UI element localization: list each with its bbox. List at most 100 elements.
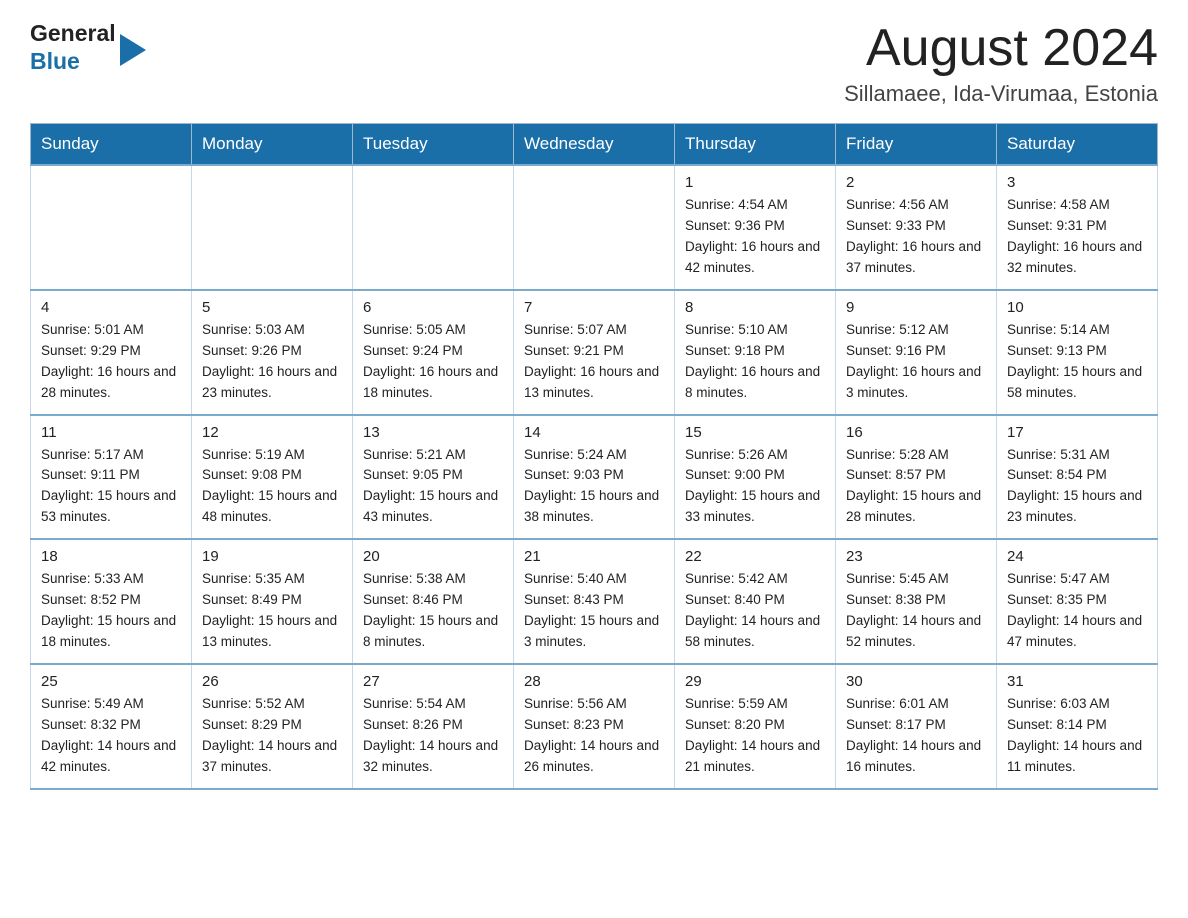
day-info: Sunrise: 5:38 AMSunset: 8:46 PMDaylight:… (363, 569, 503, 653)
day-info: Sunrise: 4:54 AMSunset: 9:36 PMDaylight:… (685, 195, 825, 279)
day-number: 23 (846, 548, 986, 565)
calendar-cell: 12 Sunrise: 5:19 AMSunset: 9:08 PMDayligh… (192, 415, 353, 540)
calendar-cell: 30Sunrise: 6:01 AMSunset: 8:17 PMDayligh… (836, 664, 997, 789)
day-number: 5 (202, 299, 342, 316)
day-info: Sunrise: 5:21 AMSunset: 9:05 PMDaylight:… (363, 445, 503, 529)
calendar-cell: 11 Sunrise: 5:17 AMSunset: 9:11 PMDayligh… (31, 415, 192, 540)
day-number: 2 (846, 174, 986, 191)
calendar-cell: 10 Sunrise: 5:14 AMSunset: 9:13 PMDayligh… (997, 290, 1158, 415)
calendar-cell (31, 165, 192, 290)
title-section: August 2024 Sillamaee, Ida-Virumaa, Esto… (844, 20, 1158, 107)
calendar-header-row: SundayMondayTuesdayWednesdayThursdayFrid… (31, 124, 1158, 166)
calendar-day-header: Thursday (675, 124, 836, 166)
day-info: Sunrise: 5:19 AMSunset: 9:08 PMDaylight:… (202, 445, 342, 529)
calendar-week-row: 1 Sunrise: 4:54 AMSunset: 9:36 PMDaylight… (31, 165, 1158, 290)
day-info: Sunrise: 4:56 AMSunset: 9:33 PMDaylight:… (846, 195, 986, 279)
calendar-cell: 8 Sunrise: 5:10 AMSunset: 9:18 PMDaylight… (675, 290, 836, 415)
calendar-cell: 17Sunrise: 5:31 AMSunset: 8:54 PMDayligh… (997, 415, 1158, 540)
logo-general: General (30, 20, 116, 48)
calendar-day-header: Saturday (997, 124, 1158, 166)
calendar-table: SundayMondayTuesdayWednesdayThursdayFrid… (30, 123, 1158, 789)
day-number: 9 (846, 299, 986, 316)
calendar-cell: 28 Sunrise: 5:56 AMSunset: 8:23 PMDayligh… (514, 664, 675, 789)
day-info: Sunrise: 5:10 AMSunset: 9:18 PMDaylight:… (685, 320, 825, 404)
day-info: Sunrise: 5:35 AMSunset: 8:49 PMDaylight:… (202, 569, 342, 653)
day-number: 26 (202, 673, 342, 690)
day-number: 15 (685, 424, 825, 441)
calendar-cell: 6Sunrise: 5:05 AMSunset: 9:24 PMDaylight… (353, 290, 514, 415)
day-info: Sunrise: 5:47 AMSunset: 8:35 PMDaylight:… (1007, 569, 1147, 653)
calendar-cell: 26 Sunrise: 5:52 AMSunset: 8:29 PMDayligh… (192, 664, 353, 789)
day-number: 14 (524, 424, 664, 441)
day-number: 8 (685, 299, 825, 316)
day-info: Sunrise: 5:26 AMSunset: 9:00 PMDaylight:… (685, 445, 825, 529)
day-info: Sunrise: 6:01 AMSunset: 8:17 PMDaylight:… (846, 694, 986, 778)
day-info: Sunrise: 5:49 AMSunset: 8:32 PMDaylight:… (41, 694, 181, 778)
day-number: 3 (1007, 174, 1147, 191)
calendar-cell: 2 Sunrise: 4:56 AMSunset: 9:33 PMDaylight… (836, 165, 997, 290)
calendar-day-header: Friday (836, 124, 997, 166)
calendar-day-header: Tuesday (353, 124, 514, 166)
calendar-day-header: Wednesday (514, 124, 675, 166)
calendar-cell: 1 Sunrise: 4:54 AMSunset: 9:36 PMDaylight… (675, 165, 836, 290)
day-number: 22 (685, 548, 825, 565)
day-info: Sunrise: 4:58 AMSunset: 9:31 PMDaylight:… (1007, 195, 1147, 279)
calendar-cell: 18 Sunrise: 5:33 AMSunset: 8:52 PMDayligh… (31, 539, 192, 664)
day-info: Sunrise: 5:52 AMSunset: 8:29 PMDaylight:… (202, 694, 342, 778)
day-info: Sunrise: 5:33 AMSunset: 8:52 PMDaylight:… (41, 569, 181, 653)
calendar-week-row: 11 Sunrise: 5:17 AMSunset: 9:11 PMDayligh… (31, 415, 1158, 540)
calendar-day-header: Monday (192, 124, 353, 166)
logo-blue: Blue (30, 48, 116, 76)
day-info: Sunrise: 5:07 AMSunset: 9:21 PMDaylight:… (524, 320, 664, 404)
day-number: 18 (41, 548, 181, 565)
day-number: 1 (685, 174, 825, 191)
calendar-cell: 22 Sunrise: 5:42 AMSunset: 8:40 PMDayligh… (675, 539, 836, 664)
day-number: 10 (1007, 299, 1147, 316)
day-info: Sunrise: 5:14 AMSunset: 9:13 PMDaylight:… (1007, 320, 1147, 404)
day-number: 11 (41, 424, 181, 441)
calendar-week-row: 18 Sunrise: 5:33 AMSunset: 8:52 PMDayligh… (31, 539, 1158, 664)
calendar-cell: 16Sunrise: 5:28 AMSunset: 8:57 PMDayligh… (836, 415, 997, 540)
day-number: 29 (685, 673, 825, 690)
day-info: Sunrise: 5:59 AMSunset: 8:20 PMDaylight:… (685, 694, 825, 778)
calendar-cell: 15 Sunrise: 5:26 AMSunset: 9:00 PMDayligh… (675, 415, 836, 540)
day-number: 20 (363, 548, 503, 565)
calendar-cell (192, 165, 353, 290)
logo-arrow-icon (120, 34, 146, 66)
day-number: 17 (1007, 424, 1147, 441)
day-info: Sunrise: 5:28 AMSunset: 8:57 PMDaylight:… (846, 445, 986, 529)
calendar-cell: 24 Sunrise: 5:47 AMSunset: 8:35 PMDayligh… (997, 539, 1158, 664)
calendar-week-row: 4 Sunrise: 5:01 AMSunset: 9:29 PMDaylight… (31, 290, 1158, 415)
day-number: 19 (202, 548, 342, 565)
day-number: 12 (202, 424, 342, 441)
calendar-cell: 29 Sunrise: 5:59 AMSunset: 8:20 PMDayligh… (675, 664, 836, 789)
calendar-week-row: 25Sunrise: 5:49 AMSunset: 8:32 PMDayligh… (31, 664, 1158, 789)
subtitle: Sillamaee, Ida-Virumaa, Estonia (844, 81, 1158, 107)
calendar-cell (514, 165, 675, 290)
calendar-cell: 14Sunrise: 5:24 AMSunset: 9:03 PMDayligh… (514, 415, 675, 540)
day-number: 24 (1007, 548, 1147, 565)
day-number: 13 (363, 424, 503, 441)
calendar-cell: 25Sunrise: 5:49 AMSunset: 8:32 PMDayligh… (31, 664, 192, 789)
day-number: 4 (41, 299, 181, 316)
day-info: Sunrise: 5:56 AMSunset: 8:23 PMDaylight:… (524, 694, 664, 778)
page-header: General Blue August 2024 Sillamaee, Ida-… (30, 20, 1158, 107)
main-title: August 2024 (844, 20, 1158, 77)
calendar-cell: 27Sunrise: 5:54 AMSunset: 8:26 PMDayligh… (353, 664, 514, 789)
day-info: Sunrise: 5:42 AMSunset: 8:40 PMDaylight:… (685, 569, 825, 653)
calendar-cell: 19 Sunrise: 5:35 AMSunset: 8:49 PMDayligh… (192, 539, 353, 664)
day-info: Sunrise: 5:40 AMSunset: 8:43 PMDaylight:… (524, 569, 664, 653)
day-info: Sunrise: 5:45 AMSunset: 8:38 PMDaylight:… (846, 569, 986, 653)
day-info: Sunrise: 5:17 AMSunset: 9:11 PMDaylight:… (41, 445, 181, 529)
day-info: Sunrise: 5:12 AMSunset: 9:16 PMDaylight:… (846, 320, 986, 404)
calendar-cell: 23 Sunrise: 5:45 AMSunset: 8:38 PMDayligh… (836, 539, 997, 664)
day-number: 27 (363, 673, 503, 690)
day-number: 28 (524, 673, 664, 690)
day-info: Sunrise: 5:01 AMSunset: 9:29 PMDaylight:… (41, 320, 181, 404)
calendar-day-header: Sunday (31, 124, 192, 166)
calendar-cell: 4 Sunrise: 5:01 AMSunset: 9:29 PMDaylight… (31, 290, 192, 415)
calendar-cell: 5Sunrise: 5:03 AMSunset: 9:26 PMDaylight… (192, 290, 353, 415)
day-info: Sunrise: 6:03 AMSunset: 8:14 PMDaylight:… (1007, 694, 1147, 778)
calendar-cell: 21Sunrise: 5:40 AMSunset: 8:43 PMDayligh… (514, 539, 675, 664)
calendar-cell: 7Sunrise: 5:07 AMSunset: 9:21 PMDaylight… (514, 290, 675, 415)
